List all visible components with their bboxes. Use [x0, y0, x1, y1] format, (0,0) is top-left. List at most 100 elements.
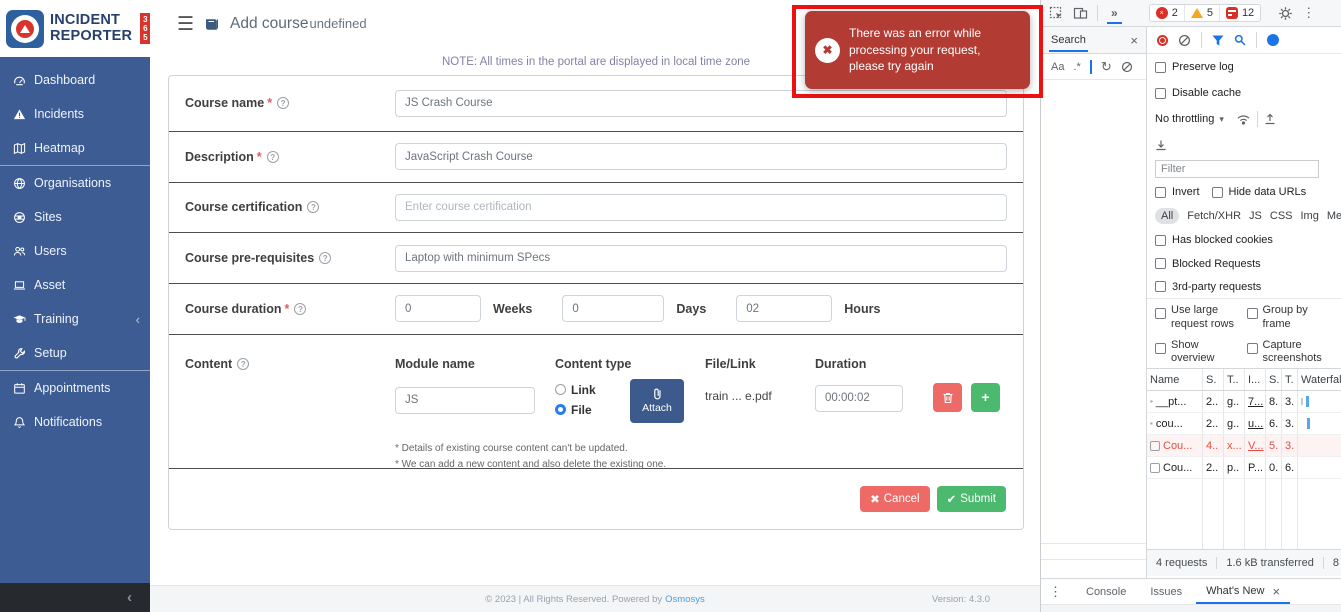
tab-whats-new[interactable]: What's New × [1196, 580, 1290, 604]
osmosys-link[interactable]: Osmosys [665, 594, 705, 605]
request-row[interactable]: Cou... 2.. p.. P... 0. 6. [1147, 457, 1341, 479]
col-time[interactable]: T. [1282, 369, 1298, 390]
help-icon[interactable]: ? [307, 201, 319, 213]
hours-input[interactable] [736, 295, 832, 322]
regex-button[interactable]: .* [1073, 61, 1080, 73]
app-logo[interactable]: INCIDENTREPORTER 365 [0, 0, 150, 57]
import-har-icon[interactable] [1155, 139, 1167, 151]
col-initiator[interactable]: I... [1245, 369, 1266, 390]
error-toast[interactable]: ✖ There was an error while processing yo… [805, 11, 1030, 89]
checkbox-icon[interactable] [1212, 187, 1223, 198]
checkbox-icon[interactable] [1155, 281, 1166, 292]
prerequisites-input[interactable] [395, 245, 1007, 272]
match-case-button[interactable]: Aa [1051, 61, 1064, 73]
checkbox-icon[interactable] [1155, 235, 1166, 246]
show-overview-option[interactable]: Show overview [1155, 336, 1243, 367]
sidebar-item-setup[interactable]: Setup [0, 336, 150, 370]
training-submenu-chevron[interactable]: ‹ [136, 312, 140, 327]
network-settings-icon[interactable] [1267, 34, 1279, 46]
days-input[interactable] [562, 295, 664, 322]
sidebar-item-appointments[interactable]: Appointments [0, 370, 150, 405]
sidebar-item-dashboard[interactable]: Dashboard [0, 63, 150, 97]
content-duration-input[interactable] [815, 385, 903, 412]
filter-funnel-icon[interactable] [1212, 35, 1224, 46]
disable-cache-option[interactable]: Disable cache [1147, 80, 1341, 106]
tab-search[interactable]: Search [1049, 29, 1088, 52]
sidebar-item-heatmap[interactable]: Heatmap [0, 131, 150, 165]
issues-badge[interactable]: 12 [1219, 5, 1260, 21]
certification-input[interactable] [395, 194, 1007, 221]
filter-media[interactable]: Me [1327, 210, 1341, 222]
close-whats-new-icon[interactable]: × [1273, 584, 1281, 599]
delete-content-button[interactable] [933, 383, 962, 412]
group-by-frame-option[interactable]: Group by frame [1247, 301, 1335, 332]
col-waterfall[interactable]: Waterfal [1298, 369, 1341, 390]
inspect-element-icon[interactable] [1049, 6, 1064, 21]
sidebar-item-incidents[interactable]: Incidents [0, 97, 150, 131]
third-party-option[interactable]: 3rd-party requests [1147, 275, 1341, 298]
sidebar-collapse-button[interactable]: ‹ [0, 583, 150, 612]
more-panels-button[interactable]: » [1107, 3, 1122, 24]
filter-js[interactable]: JS [1249, 210, 1262, 222]
checkbox-icon[interactable] [1155, 62, 1166, 73]
sidebar-item-notifications[interactable]: Notifications [0, 405, 150, 439]
network-conditions-icon[interactable] [1236, 114, 1251, 125]
refresh-icon[interactable]: ↻ [1101, 59, 1112, 75]
attach-button[interactable]: Attach [630, 379, 684, 423]
add-content-button[interactable]: + [971, 383, 1000, 412]
link-radio[interactable]: Link [555, 383, 596, 397]
request-row[interactable]: ▪__pt... 2.. g.. 7... 8. 3. [1147, 391, 1341, 413]
failed-request-row[interactable]: Cou... 4.. x... V... 5. 3. [1147, 435, 1341, 457]
use-large-rows-option[interactable]: Use large request rows [1155, 301, 1243, 332]
hamburger-menu-icon[interactable]: ☰ [177, 13, 194, 36]
checkbox-icon[interactable] [1155, 88, 1166, 99]
help-icon[interactable]: ? [237, 358, 249, 370]
capture-screenshots-option[interactable]: Capture screenshots [1247, 336, 1335, 367]
help-icon[interactable]: ? [277, 97, 289, 109]
request-checkbox[interactable] [1150, 441, 1160, 451]
filter-css[interactable]: CSS [1270, 210, 1293, 222]
network-filter-input[interactable] [1155, 160, 1319, 178]
file-radio[interactable]: File [555, 403, 596, 417]
clear-icon[interactable] [1121, 61, 1133, 73]
weeks-input[interactable] [395, 295, 481, 322]
export-har-icon[interactable] [1264, 113, 1276, 125]
filter-fetch-xhr[interactable]: Fetch/XHR [1187, 210, 1241, 222]
checkbox-icon[interactable] [1155, 187, 1166, 198]
preserve-log-option[interactable]: Preserve log [1147, 54, 1341, 80]
sidebar-item-organisations[interactable]: Organisations [0, 165, 150, 200]
sidebar-item-asset[interactable]: Asset [0, 268, 150, 302]
console-warnings-badge[interactable]: 5 [1184, 5, 1219, 21]
network-search-icon[interactable] [1234, 34, 1246, 46]
device-toolbar-icon[interactable] [1073, 6, 1088, 20]
settings-gear-icon[interactable] [1278, 6, 1293, 21]
col-size[interactable]: S. [1266, 369, 1282, 390]
col-type[interactable]: T.. [1224, 369, 1245, 390]
throttling-dropdown[interactable]: No throttling ▾ [1155, 113, 1224, 125]
filter-all[interactable]: All [1155, 208, 1179, 224]
blocked-cookies-option[interactable]: Has blocked cookies [1147, 228, 1341, 252]
description-input[interactable] [395, 143, 1007, 170]
col-status[interactable]: S. [1203, 369, 1224, 390]
drawer-menu-icon[interactable]: ⋮ [1049, 584, 1062, 600]
sidebar-item-sites[interactable]: Sites [0, 200, 150, 234]
request-row[interactable]: ▪cou... 2.. g.. u... 6. 3. [1147, 413, 1341, 435]
close-search-icon[interactable]: × [1130, 33, 1138, 48]
help-icon[interactable]: ? [294, 303, 306, 315]
checkbox-icon[interactable] [1155, 258, 1166, 269]
tab-issues[interactable]: Issues [1140, 582, 1192, 601]
blocked-requests-option[interactable]: Blocked Requests [1147, 252, 1341, 275]
request-checkbox[interactable] [1150, 463, 1160, 473]
sidebar-item-users[interactable]: Users [0, 234, 150, 268]
col-name[interactable]: Name [1147, 369, 1203, 390]
help-icon[interactable]: ? [319, 252, 331, 264]
console-errors-badge[interactable]: × 2 [1150, 5, 1184, 21]
tab-console[interactable]: Console [1076, 582, 1136, 601]
help-icon[interactable]: ? [267, 151, 279, 163]
course-name-input[interactable] [395, 90, 1007, 117]
filter-img[interactable]: Img [1301, 210, 1319, 222]
clear-network-log-icon[interactable] [1178, 34, 1191, 47]
module-name-input[interactable] [395, 387, 535, 414]
record-button[interactable] [1157, 35, 1168, 46]
devtools-menu-icon[interactable]: ⋮ [1302, 5, 1315, 21]
